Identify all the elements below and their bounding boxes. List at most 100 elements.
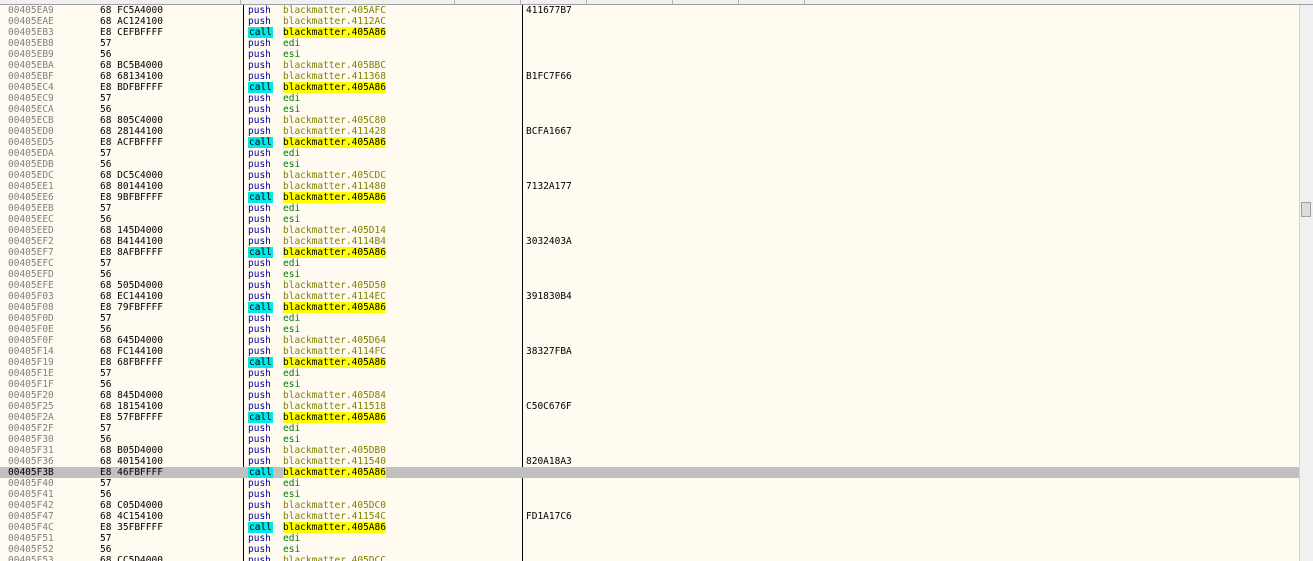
instruction-operand[interactable]: edi <box>283 148 300 159</box>
instruction-operand[interactable]: edi <box>283 313 300 324</box>
instruction-operand[interactable]: esi <box>283 104 300 115</box>
instruction-operand[interactable]: blackmatter.405A86 <box>283 467 386 478</box>
instruction-row[interactable]: 00405F19 E8 68FBFFFF call blackmatter.405A8… <box>0 357 1300 368</box>
instruction-row[interactable]: 00405F1F 56 push esi <box>0 379 1300 390</box>
instruction-row[interactable]: 00405EBF 68 68134100 push blackmatter.41136… <box>0 71 1300 82</box>
instruction-operand[interactable]: blackmatter.411428 <box>283 126 386 137</box>
instruction-row[interactable]: 00405F08 E8 79FBFFFF call blackmatter.405A8… <box>0 302 1300 313</box>
instruction-row[interactable]: 00405F4C E8 35FBFFFF call blackmatter.405A8… <box>0 522 1300 533</box>
instruction-operand[interactable]: blackmatter.405DC0 <box>283 500 386 511</box>
instruction-row[interactable]: 00405EF2 68 B4144100 push blackmatter.4114B… <box>0 236 1300 247</box>
instruction-operand[interactable]: blackmatter.4114FC <box>283 346 386 357</box>
instruction-row[interactable]: 00405F25 68 18154100 push blackmatter.41151… <box>0 401 1300 412</box>
instruction-row[interactable]: 00405F47 68 4C154100 push blackmatter.41154… <box>0 511 1300 522</box>
disassembly-view[interactable]: 00405EA9 68 FC5A4000 push blackmatter.405AF… <box>0 5 1300 561</box>
column-header-extra-1[interactable] <box>587 0 673 4</box>
instruction-operand[interactable]: blackmatter.405A86 <box>283 82 386 93</box>
instruction-row[interactable]: 00405F0F 68 645D4000 push blackmatter.405D6… <box>0 335 1300 346</box>
instruction-operand[interactable]: blackmatter.411518 <box>283 401 386 412</box>
instruction-row[interactable]: 00405EE6 E8 9BFBFFFF call blackmatter.405A8… <box>0 192 1300 203</box>
instruction-operand[interactable]: blackmatter.405C80 <box>283 115 386 126</box>
instruction-row[interactable]: 00405F2A E8 57FBFFFF call blackmatter.405A8… <box>0 412 1300 423</box>
instruction-operand[interactable]: esi <box>283 49 300 60</box>
instruction-operand[interactable]: blackmatter.405DB0 <box>283 445 386 456</box>
column-header-extra-2[interactable] <box>673 0 739 4</box>
instruction-row[interactable]: 00405EBA 68 BC5B4000 push blackmatter.405BB… <box>0 60 1300 71</box>
instruction-row[interactable]: 00405EB9 56 push esi <box>0 49 1300 60</box>
instruction-operand[interactable]: blackmatter.4114EC <box>283 291 386 302</box>
instruction-operand[interactable]: esi <box>283 214 300 225</box>
instruction-operand[interactable]: edi <box>283 38 300 49</box>
instruction-operand[interactable]: esi <box>283 434 300 445</box>
instruction-row[interactable]: 00405F31 68 B05D4000 push blackmatter.405DB… <box>0 445 1300 456</box>
instruction-operand[interactable]: blackmatter.405AFC <box>283 5 386 16</box>
instruction-operand[interactable]: blackmatter.405A86 <box>283 302 386 313</box>
instruction-row[interactable]: 00405F30 56 push esi <box>0 434 1300 445</box>
instruction-row[interactable]: 00405EDA 57 push edi <box>0 148 1300 159</box>
instruction-operand[interactable]: edi <box>283 423 300 434</box>
instruction-operand[interactable]: blackmatter.405A86 <box>283 192 386 203</box>
column-header-disassembly[interactable] <box>241 0 455 4</box>
instruction-operand[interactable]: edi <box>283 478 300 489</box>
instruction-row[interactable]: 00405EAE 68 AC124100 push blackmatter.4112A… <box>0 16 1300 27</box>
instruction-row[interactable]: 00405EA9 68 FC5A4000 push blackmatter.405AF… <box>0 5 1300 16</box>
instruction-row[interactable]: 00405ECA 56 push esi <box>0 104 1300 115</box>
vertical-scrollbar[interactable] <box>1299 5 1313 561</box>
column-header-extra-3[interactable] <box>739 0 805 4</box>
instruction-operand[interactable]: blackmatter.405D50 <box>283 280 386 291</box>
instruction-row[interactable]: 00405EB8 57 push edi <box>0 38 1300 49</box>
instruction-row[interactable]: 00405ED0 68 28144100 push blackmatter.41142… <box>0 126 1300 137</box>
instruction-operand[interactable]: edi <box>283 258 300 269</box>
instruction-operand[interactable]: blackmatter.4112AC <box>283 16 386 27</box>
column-header-address[interactable] <box>0 0 241 4</box>
instruction-row[interactable]: 00405F40 57 push edi <box>0 478 1300 489</box>
column-header-comment[interactable] <box>521 0 587 4</box>
column-header-blank[interactable] <box>455 0 521 4</box>
instruction-row[interactable]: 00405EC9 57 push edi <box>0 93 1300 104</box>
instruction-row[interactable]: 00405F0E 56 push esi <box>0 324 1300 335</box>
instruction-operand[interactable]: esi <box>283 269 300 280</box>
instruction-row[interactable]: 00405F42 68 C05D4000 push blackmatter.405DC… <box>0 500 1300 511</box>
instruction-row[interactable]: 00405EEB 57 push edi <box>0 203 1300 214</box>
instruction-operand[interactable]: blackmatter.405DCC <box>283 555 386 561</box>
instruction-row[interactable]: 00405F36 68 40154100 push blackmatter.41154… <box>0 456 1300 467</box>
instruction-operand[interactable]: blackmatter.405D14 <box>283 225 386 236</box>
instruction-operand[interactable]: blackmatter.405A86 <box>283 27 386 38</box>
instruction-row[interactable]: 00405F3B E8 46FBFFFF call blackmatter.405A8… <box>0 467 1300 478</box>
scrollbar-thumb[interactable] <box>1301 202 1311 217</box>
instruction-row[interactable]: 00405F52 56 push esi <box>0 544 1300 555</box>
instruction-operand[interactable]: blackmatter.405D64 <box>283 335 386 346</box>
instruction-operand[interactable]: blackmatter.405A86 <box>283 522 386 533</box>
instruction-row[interactable]: 00405F53 68 CC5D4000 push blackmatter.405DC… <box>0 555 1300 561</box>
instruction-operand[interactable]: blackmatter.405BBC <box>283 60 386 71</box>
instruction-operand[interactable]: esi <box>283 324 300 335</box>
instruction-row[interactable]: 00405EFD 56 push esi <box>0 269 1300 280</box>
instruction-operand[interactable]: blackmatter.405D84 <box>283 390 386 401</box>
instruction-row[interactable]: 00405F51 57 push edi <box>0 533 1300 544</box>
instruction-operand[interactable]: blackmatter.405CDC <box>283 170 386 181</box>
instruction-row[interactable]: 00405EDC 68 DC5C4000 push blackmatter.405CD… <box>0 170 1300 181</box>
instruction-row[interactable]: 00405EF7 E8 8AFBFFFF call blackmatter.405A8… <box>0 247 1300 258</box>
instruction-operand[interactable]: blackmatter.405A86 <box>283 247 386 258</box>
instruction-operand[interactable]: edi <box>283 93 300 104</box>
instruction-operand[interactable]: esi <box>283 159 300 170</box>
instruction-operand[interactable]: edi <box>283 203 300 214</box>
instruction-row[interactable]: 00405F0D 57 push edi <box>0 313 1300 324</box>
instruction-operand[interactable]: blackmatter.405A86 <box>283 412 386 423</box>
instruction-row[interactable]: 00405F2F 57 push edi <box>0 423 1300 434</box>
instruction-operand[interactable]: edi <box>283 533 300 544</box>
instruction-row[interactable]: 00405EDB 56 push esi <box>0 159 1300 170</box>
instruction-row[interactable]: 00405EE1 68 80144100 push blackmatter.41148… <box>0 181 1300 192</box>
instruction-row[interactable]: 00405EFC 57 push edi <box>0 258 1300 269</box>
instruction-row[interactable]: 00405F03 68 EC144100 push blackmatter.4114E… <box>0 291 1300 302</box>
instruction-operand[interactable]: blackmatter.405A86 <box>283 137 386 148</box>
instruction-operand[interactable]: esi <box>283 489 300 500</box>
instruction-row[interactable]: 00405F20 68 845D4000 push blackmatter.405D8… <box>0 390 1300 401</box>
instruction-row[interactable]: 00405EFE 68 505D4000 push blackmatter.405D5… <box>0 280 1300 291</box>
instruction-operand[interactable]: esi <box>283 379 300 390</box>
instruction-row[interactable]: 00405EEC 56 push esi <box>0 214 1300 225</box>
instruction-row[interactable]: 00405F14 68 FC144100 push blackmatter.4114F… <box>0 346 1300 357</box>
instruction-row[interactable]: 00405ED5 E8 ACFBFFFF call blackmatter.405A8… <box>0 137 1300 148</box>
instruction-row[interactable]: 00405EC4 E8 BDFBFFFF call blackmatter.405A8… <box>0 82 1300 93</box>
instruction-operand[interactable]: blackmatter.411368 <box>283 71 386 82</box>
